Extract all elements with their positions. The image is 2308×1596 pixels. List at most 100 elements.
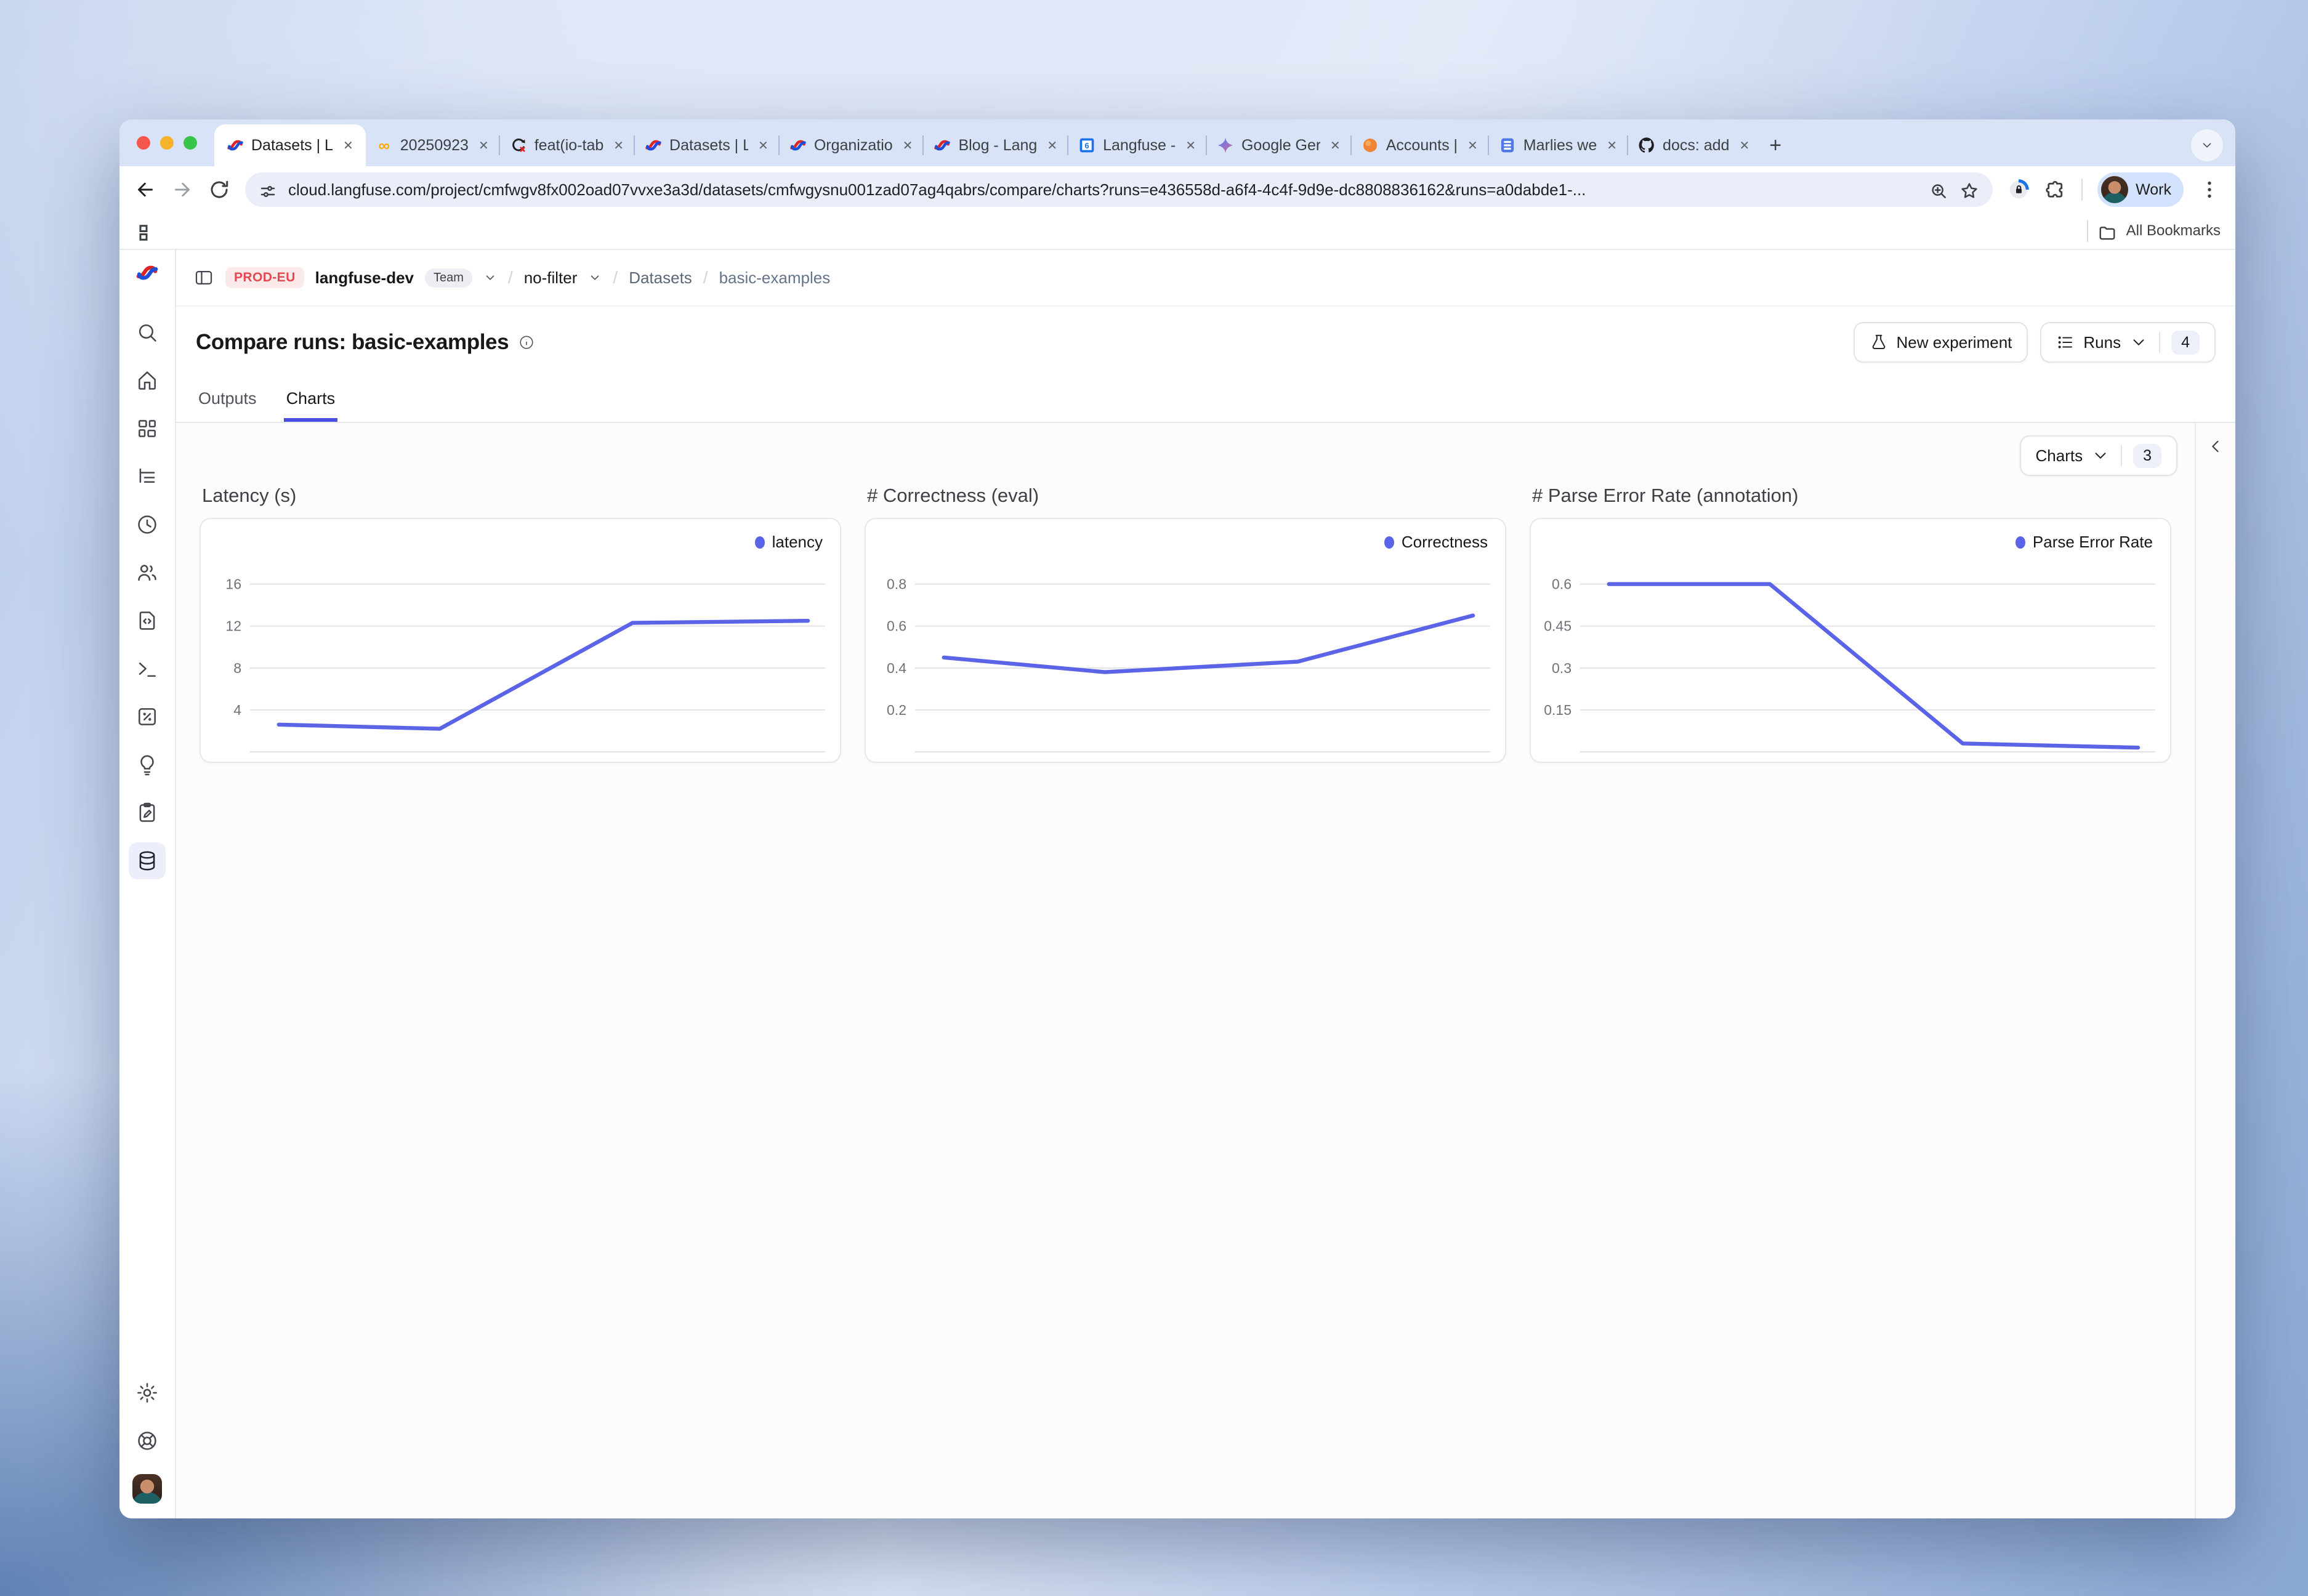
org-name[interactable]: langfuse-dev: [315, 268, 414, 288]
browser-tab[interactable]: feat(io-tab ✕: [500, 124, 634, 166]
chevron-down-icon: [2091, 446, 2110, 465]
reload-icon[interactable]: [208, 179, 230, 201]
langfuse-logo-icon[interactable]: [135, 261, 159, 289]
svg-text:0.6: 0.6: [1552, 576, 1572, 592]
browser-profile-chip[interactable]: Work: [2097, 172, 2184, 207]
langfuse-icon: [934, 137, 951, 154]
kebab-menu-icon[interactable]: [2198, 179, 2221, 201]
support-lifebuoy-icon[interactable]: [129, 1422, 166, 1459]
bookmark-star-icon[interactable]: [1959, 180, 1979, 200]
breadcrumb-datasets-link[interactable]: Datasets: [629, 268, 692, 288]
apps-grid-icon[interactable]: [134, 222, 153, 240]
forward-icon[interactable]: [171, 179, 193, 201]
svg-text:8: 8: [233, 660, 241, 676]
browser-tab[interactable]: Google Ger ✕: [1207, 124, 1350, 166]
tab-title: Google Ger: [1241, 137, 1320, 155]
browser-toolbar: cloud.langfuse.com/project/cmfwgv8fx002o…: [119, 166, 2235, 213]
browser-tab[interactable]: Marlies we ✕: [1489, 124, 1627, 166]
chart-latency: Latency (s) 161284 latency: [200, 485, 841, 763]
scores-percent-icon[interactable]: [129, 698, 166, 735]
info-icon[interactable]: [518, 334, 535, 350]
chart-legend: Correctness: [1384, 533, 1488, 552]
close-tab-icon[interactable]: ✕: [1739, 138, 1749, 153]
chevron-down-icon[interactable]: [483, 271, 497, 284]
tab-charts[interactable]: Charts: [284, 378, 338, 422]
tab-title: feat(io-tab: [535, 137, 604, 155]
url-text[interactable]: cloud.langfuse.com/project/cmfwgv8fx002o…: [288, 180, 1918, 200]
chart-title: # Correctness (eval): [867, 485, 1506, 507]
close-tab-icon[interactable]: ✕: [613, 138, 624, 153]
browser-tab[interactable]: Datasets | L ✕: [635, 124, 778, 166]
dashboard-icon[interactable]: [129, 410, 166, 447]
sessions-clock-icon[interactable]: [129, 506, 166, 543]
playground-terminal-icon[interactable]: [129, 650, 166, 687]
browser-tab[interactable]: ∞ 20250923 ✕: [366, 124, 499, 166]
runs-selector-button[interactable]: Runs 4: [2040, 322, 2216, 363]
close-tab-icon[interactable]: ✕: [478, 138, 489, 153]
close-tab-icon[interactable]: ✕: [343, 138, 353, 153]
svg-text:0.45: 0.45: [1544, 618, 1572, 634]
close-tab-icon[interactable]: ✕: [903, 138, 913, 153]
close-tab-icon[interactable]: ✕: [1467, 138, 1478, 153]
annotation-clipboard-icon[interactable]: [129, 794, 166, 831]
puzzle-icon[interactable]: [2044, 179, 2067, 201]
minimize-window-button[interactable]: [160, 136, 174, 150]
all-bookmarks-label: All Bookmarks: [2126, 222, 2221, 240]
chevron-down-icon[interactable]: [588, 271, 602, 284]
chart-title: # Parse Error Rate (annotation): [1532, 485, 2171, 507]
site-settings-icon[interactable]: [259, 180, 277, 199]
close-tab-icon[interactable]: ✕: [1607, 138, 1617, 153]
close-tab-icon[interactable]: ✕: [1330, 138, 1341, 153]
browser-window: Datasets | L ✕ ∞ 20250923 ✕ feat(io-tab …: [119, 119, 2235, 1518]
charts-selector-button[interactable]: Charts 3: [2020, 435, 2177, 476]
prompts-file-icon[interactable]: [129, 602, 166, 639]
zoom-in-icon[interactable]: [1929, 180, 1948, 200]
tab-search-button[interactable]: [2191, 129, 2223, 161]
svg-text:0.6: 0.6: [887, 618, 906, 634]
settings-gear-icon[interactable]: [129, 1374, 166, 1411]
project-name[interactable]: no-filter: [524, 268, 578, 288]
sidebar-toggle-icon[interactable]: [193, 267, 214, 288]
extension-lock-icon[interactable]: [2007, 179, 2030, 201]
chevron-down-icon: [2129, 333, 2148, 352]
langfuse-icon: [645, 137, 662, 154]
all-bookmarks[interactable]: All Bookmarks: [2087, 220, 2221, 242]
collapse-panel-icon[interactable]: [2207, 438, 2224, 455]
right-panel-gutter: [2195, 423, 2235, 1518]
svg-text:0.8: 0.8: [887, 576, 906, 592]
tracing-icon[interactable]: [129, 458, 166, 495]
tab-outputs[interactable]: Outputs: [196, 378, 259, 422]
insights-lightbulb-icon[interactable]: [129, 746, 166, 783]
browser-tab[interactable]: Datasets | L ✕: [214, 124, 366, 166]
svg-text:4: 4: [233, 702, 241, 718]
datasets-database-icon[interactable]: [129, 842, 166, 879]
chart-legend: latency: [755, 533, 823, 552]
profile-label: Work: [2136, 181, 2171, 199]
svg-text:0.3: 0.3: [1552, 660, 1572, 676]
home-icon[interactable]: [129, 362, 166, 399]
user-avatar[interactable]: [132, 1474, 162, 1504]
new-experiment-button[interactable]: New experiment: [1854, 322, 2028, 363]
charts-content: Charts 3 Latency (s) 161284: [176, 423, 2235, 1518]
back-icon[interactable]: [134, 179, 156, 201]
charts-count-badge: 3: [2133, 444, 2161, 468]
users-icon[interactable]: [129, 554, 166, 591]
browser-tab[interactable]: 6 Langfuse - ✕: [1068, 124, 1206, 166]
close-tab-icon[interactable]: ✕: [1185, 138, 1196, 153]
close-tab-icon[interactable]: ✕: [758, 138, 769, 153]
git-failed-check-icon: [510, 137, 527, 154]
browser-tab[interactable]: docs: add ✕: [1628, 124, 1759, 166]
url-bar[interactable]: cloud.langfuse.com/project/cmfwgv8fx002o…: [245, 172, 1993, 207]
browser-tab[interactable]: Accounts | ✕: [1352, 124, 1488, 166]
langfuse-app: PROD-EU langfuse-dev Team / no-filter / …: [119, 250, 2235, 1518]
browser-tab[interactable]: Organizatio ✕: [780, 124, 923, 166]
line-chart: 0.80.60.40.2: [866, 519, 1505, 762]
legend-dot: [2015, 536, 2025, 549]
zoom-window-button[interactable]: [184, 136, 197, 150]
close-window-button[interactable]: [137, 136, 150, 150]
close-tab-icon[interactable]: ✕: [1047, 138, 1057, 153]
new-tab-button[interactable]: +: [1759, 129, 1791, 161]
browser-tab[interactable]: Blog - Lang ✕: [924, 124, 1067, 166]
tab-title: Accounts |: [1386, 137, 1458, 155]
search-icon[interactable]: [129, 314, 166, 351]
